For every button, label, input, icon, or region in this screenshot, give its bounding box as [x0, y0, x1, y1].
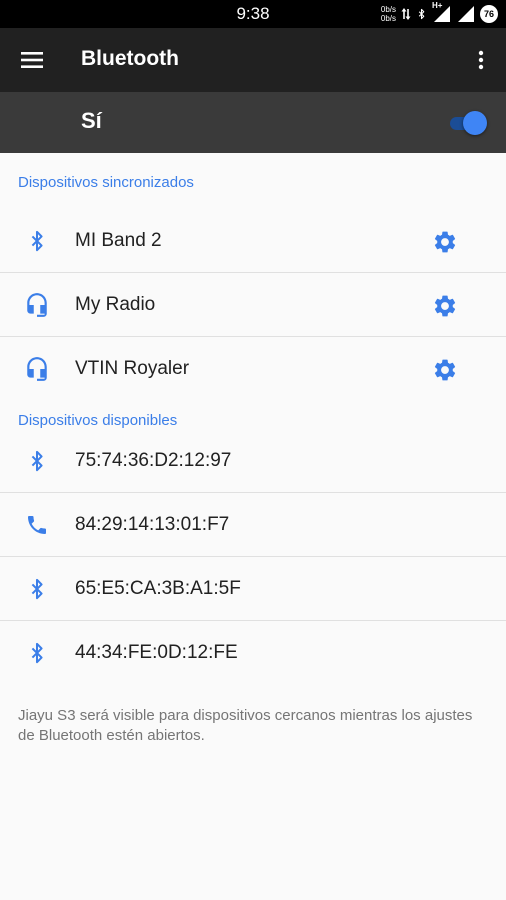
- hamburger-icon: [21, 52, 43, 68]
- device-settings-button[interactable]: [428, 353, 462, 387]
- visibility-note: Jiayu S3 será visible para dispositivos …: [18, 707, 473, 744]
- more-vert-icon: [478, 50, 484, 70]
- headset-icon: [22, 355, 52, 383]
- bluetooth-icon: [22, 447, 52, 475]
- status-bar: 9:38 0b/s 0b/s H+ 76: [0, 0, 506, 28]
- available-device-row[interactable]: 84:29:14:13:01:F7: [0, 493, 506, 557]
- device-address: 65:E5:CA:3B:A1:5F: [75, 578, 241, 599]
- bluetooth-toggle[interactable]: [448, 111, 487, 135]
- bluetooth-icon: [418, 8, 425, 20]
- menu-button[interactable]: [12, 40, 52, 80]
- device-address: 84:29:14:13:01:F7: [75, 514, 230, 535]
- signal-icon: [434, 6, 450, 22]
- available-device-row[interactable]: 44:34:FE:0D:12:FE: [0, 621, 506, 685]
- battery-level: 76: [483, 9, 494, 19]
- device-name: My Radio: [75, 294, 156, 315]
- device-name: VTIN Royaler: [75, 358, 190, 379]
- available-devices-header: Dispositivos disponibles: [18, 412, 178, 429]
- network-type-badge: H+: [432, 1, 452, 23]
- overflow-menu-button[interactable]: [466, 40, 496, 80]
- net-down-speed: 0b/s: [380, 14, 396, 23]
- device-address: 75:74:36:D2:12:97: [75, 450, 232, 471]
- master-switch-label: Sí: [81, 108, 102, 133]
- battery-icon: 76: [480, 5, 498, 23]
- paired-device-row[interactable]: VTIN Royaler: [0, 337, 506, 401]
- signal-icon: [458, 6, 474, 22]
- gear-icon: [434, 231, 456, 253]
- paired-device-row[interactable]: My Radio: [0, 273, 506, 337]
- available-device-row[interactable]: 65:E5:CA:3B:A1:5F: [0, 557, 506, 621]
- available-device-row[interactable]: 75:74:36:D2:12:97: [0, 429, 506, 493]
- gear-icon: [434, 359, 456, 381]
- toggle-thumb: [463, 111, 487, 135]
- device-name: MI Band 2: [75, 230, 162, 251]
- paired-devices-header: Dispositivos sincronizados: [18, 174, 194, 191]
- device-address: 44:34:FE:0D:12:FE: [75, 642, 238, 663]
- status-icons: 0b/s 0b/s H+ 76: [381, 1, 498, 24]
- gear-icon: [434, 295, 456, 317]
- paired-device-row[interactable]: MI Band 2: [0, 209, 506, 273]
- bluetooth-icon: [22, 639, 52, 667]
- phone-icon: [22, 511, 52, 539]
- bluetooth-master-switch-row[interactable]: Sí: [0, 92, 506, 153]
- device-settings-button[interactable]: [428, 225, 462, 259]
- network-speed: 0b/s 0b/s: [381, 5, 396, 23]
- page-title: Bluetooth: [81, 47, 179, 70]
- net-up-speed: 0b/s: [380, 5, 396, 14]
- bluetooth-icon: [22, 575, 52, 603]
- data-arrows-icon: [401, 8, 411, 20]
- headset-icon: [22, 291, 52, 319]
- bluetooth-icon: [22, 227, 52, 255]
- app-toolbar: Bluetooth: [0, 28, 506, 92]
- device-settings-button[interactable]: [428, 289, 462, 323]
